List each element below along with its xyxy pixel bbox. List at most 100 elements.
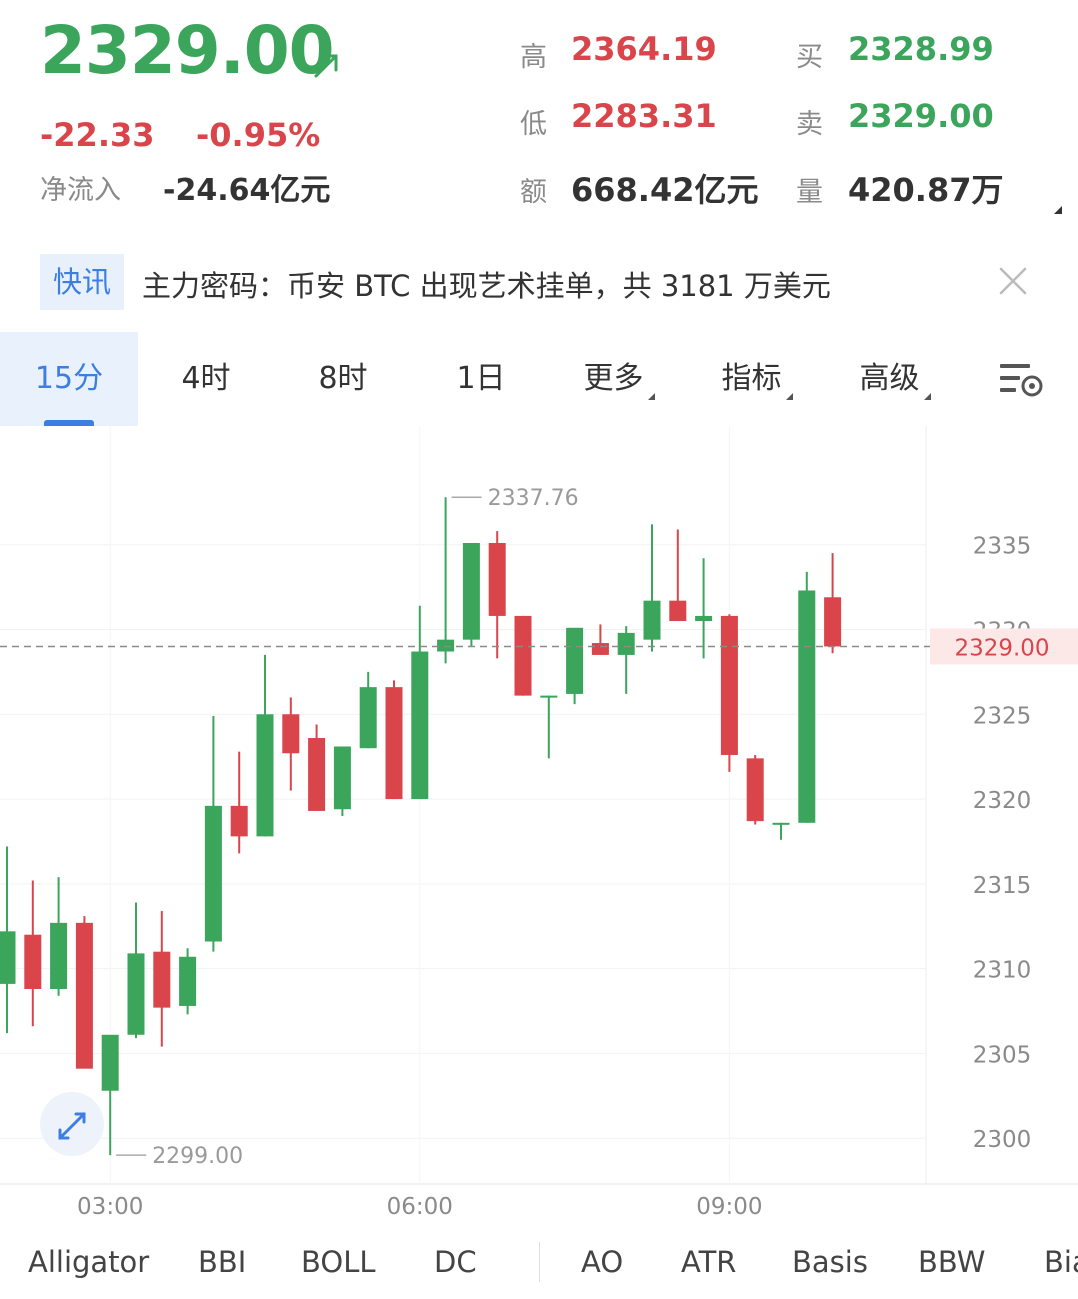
x-tick-label: 06:00 [387, 1194, 453, 1220]
candle-body [75, 922, 93, 1069]
candle-body [359, 687, 377, 749]
candle-body [411, 651, 429, 800]
price-change-percent: -0.95% [196, 116, 321, 154]
high-label: 高 [520, 42, 547, 73]
y-tick-label: 2315 [973, 873, 1032, 899]
indicator-ao[interactable]: AO [581, 1245, 623, 1279]
candle-body [0, 931, 16, 984]
low-label: 低 [520, 109, 547, 140]
amount-value: 668.42亿元 [571, 171, 759, 209]
tab-label: 1日 [456, 361, 506, 396]
news-tag: 快讯 [40, 254, 124, 310]
y-tick-label: 2310 [973, 958, 1032, 984]
candle-body [50, 922, 68, 989]
high-value: 2364.19 [571, 30, 717, 68]
tab-15m[interactable]: 15分 [0, 332, 138, 426]
chart-settings-icon[interactable] [998, 360, 1046, 400]
bid-label: 买 [796, 42, 823, 73]
dropdown-indicator-icon [785, 393, 793, 400]
volume-value: 420.87万 [848, 171, 1004, 209]
candle-body [540, 695, 558, 698]
candle-body [462, 543, 480, 640]
x-tick-label: 09:00 [696, 1194, 762, 1220]
candle-body [256, 714, 274, 837]
tab-8h[interactable]: 8时 [274, 332, 412, 426]
candle-body [179, 956, 197, 1006]
tab-label: 高级 [859, 361, 920, 396]
low-value: 2283.31 [571, 97, 717, 135]
amount-label: 额 [520, 177, 547, 208]
time-axis: 03:00 06:00 09:00 [77, 1194, 762, 1220]
tab-4h[interactable]: 4时 [138, 332, 274, 426]
tab-indicators[interactable]: 指标 [688, 332, 826, 426]
candlestick-chart[interactable]: 23002305231023152320232523302335 2329.00… [0, 426, 1078, 1228]
expand-quote-icon[interactable] [1054, 206, 1062, 214]
y-tick-label: 2305 [973, 1042, 1032, 1068]
candles [0, 497, 842, 1156]
ask-label: 卖 [796, 109, 823, 140]
fullscreen-button[interactable] [40, 1092, 104, 1156]
divider [539, 1242, 540, 1282]
bid-value: 2328.99 [848, 30, 994, 68]
indicator-atr[interactable]: ATR [681, 1245, 736, 1279]
interval-tabs: 15分 4时 8时 1日 更多 指标 高级 [0, 332, 1078, 426]
price-axis: 23002305231023152320232523302335 [973, 534, 1032, 1154]
y-tick-label: 2325 [973, 703, 1032, 729]
tab-label: 8时 [318, 361, 368, 396]
candle-body [566, 627, 584, 694]
candle-body [746, 758, 764, 822]
candle-body [824, 597, 842, 647]
tab-label: 15分 [34, 361, 104, 396]
indicator-bias[interactable]: Bia [1044, 1245, 1078, 1279]
dropdown-indicator-icon [923, 393, 931, 400]
tab-label: 更多 [583, 361, 644, 396]
indicator-bbw[interactable]: BBW [918, 1245, 985, 1279]
volume-label: 量 [796, 177, 823, 208]
current-price-label: 2329.00 [954, 635, 1049, 661]
candle-body [308, 738, 326, 811]
dropdown-indicator-icon [647, 393, 655, 400]
last-price: 2329.00 [40, 12, 335, 89]
tab-more[interactable]: 更多 [550, 332, 688, 426]
candle-body [591, 643, 609, 655]
candle-body [720, 615, 738, 755]
y-tick-label: 2300 [973, 1127, 1032, 1153]
indicator-dc[interactable]: DC [434, 1245, 477, 1279]
candle-body [333, 746, 351, 810]
news-headline[interactable]: 主力密码：币安 BTC 出现艺术挂单，共 3181 万美元 [142, 263, 831, 305]
arrow-up-right-icon [314, 54, 338, 78]
candle-body [669, 600, 687, 622]
max-price-label: 2337.76 [488, 486, 579, 511]
indicator-bbi[interactable]: BBI [198, 1245, 246, 1279]
indicator-strip: Alligator BBI BOLL DC AO ATR Basis BBW B… [0, 1228, 1078, 1299]
tab-1d[interactable]: 1日 [412, 332, 550, 426]
candle-body [153, 951, 171, 1008]
indicator-alligator[interactable]: Alligator [28, 1245, 149, 1279]
candle-body [24, 934, 42, 989]
chart-grid [0, 426, 1078, 1185]
netflow-label: 净流入 [40, 175, 121, 206]
candle-body [514, 615, 532, 696]
candle-body [282, 714, 300, 754]
netflow-value: -24.64亿元 [163, 173, 331, 208]
tab-label: 指标 [721, 361, 782, 396]
y-tick-label: 2320 [973, 788, 1032, 814]
y-tick-label: 2335 [973, 534, 1032, 560]
tab-label: 4时 [181, 361, 231, 396]
indicator-boll[interactable]: BOLL [301, 1245, 376, 1279]
x-tick-label: 03:00 [77, 1194, 143, 1220]
indicator-basis[interactable]: Basis [792, 1245, 868, 1279]
candle-body [695, 615, 713, 622]
candle-body [230, 805, 248, 837]
candle-body [127, 953, 145, 1035]
candle-body [204, 805, 222, 942]
candle-body [772, 822, 790, 825]
candle-body [643, 600, 661, 640]
price-change: -22.33 [40, 116, 155, 154]
candle-body [617, 632, 635, 655]
chart-annotations: 2329.00 2337.76 2299.00 [0, 486, 1078, 1169]
candle-body [385, 687, 403, 800]
tab-advanced[interactable]: 高级 [826, 332, 964, 426]
close-icon[interactable] [996, 264, 1030, 298]
ask-value: 2329.00 [848, 97, 994, 135]
